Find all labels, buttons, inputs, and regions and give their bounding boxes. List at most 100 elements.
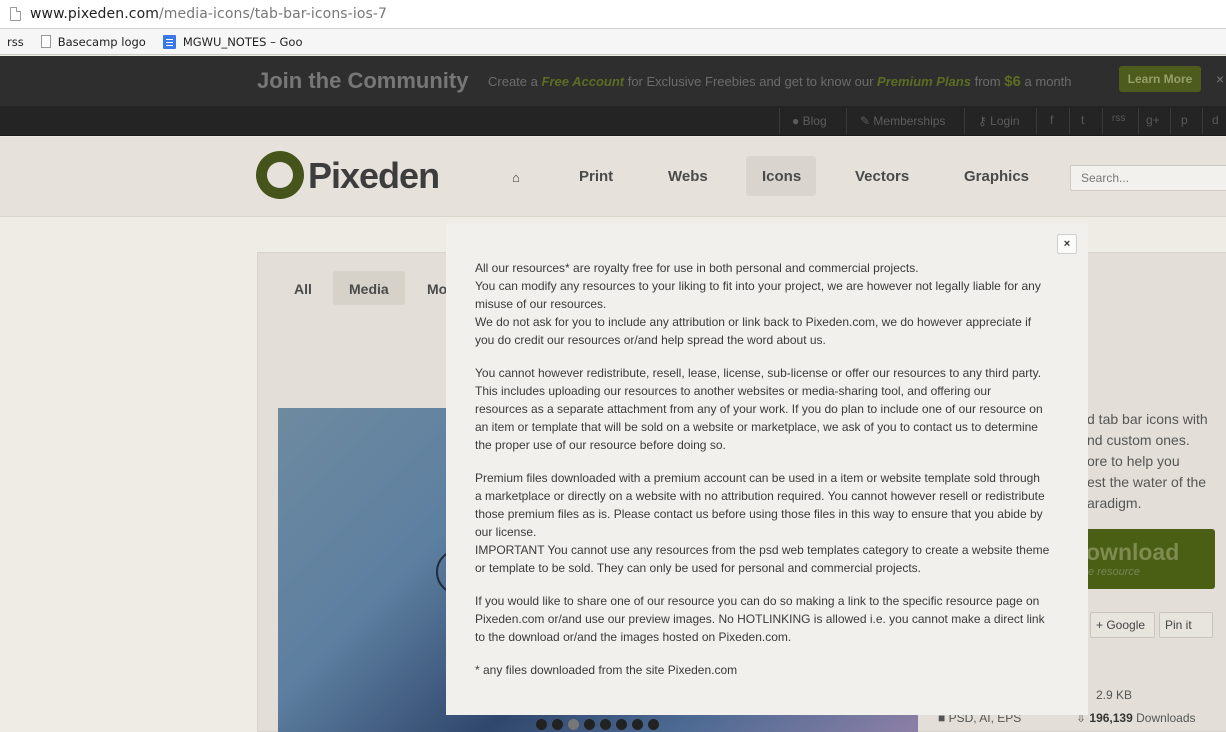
free-account-link[interactable]: Free Account	[542, 74, 625, 89]
speech-bubble-icon: ●	[792, 114, 800, 128]
divider	[1036, 108, 1037, 134]
top-links-bar	[0, 106, 1226, 136]
bookmarks-bar: rss Basecamp logo MGWU_NOTES – Goo	[0, 29, 1226, 55]
rss-icon[interactable]: rss	[1112, 113, 1125, 124]
google-plus-button[interactable]: + Google	[1090, 612, 1155, 638]
license-line: If you would like to share one of our re…	[475, 594, 1040, 608]
promo-create: Create a	[488, 74, 538, 89]
slider-dot[interactable]	[552, 719, 563, 730]
memberships-label: Memberships	[873, 114, 946, 128]
nav-icons[interactable]: Icons	[762, 168, 801, 185]
nav-graphics[interactable]: Graphics	[964, 168, 1029, 185]
promo-title: Join the Community	[257, 68, 469, 93]
bookmark-rss[interactable]: rss	[7, 35, 24, 49]
slider-dot[interactable]	[616, 719, 627, 730]
license-line: misuse of our resources.	[475, 297, 607, 311]
pin-it-button[interactable]: Pin it	[1159, 612, 1213, 638]
memberships-link[interactable]: ✎ Memberships	[860, 114, 945, 128]
google-plus-icon[interactable]: g+	[1146, 113, 1160, 127]
divider	[1138, 108, 1139, 134]
download-count-label: Downloads	[1136, 711, 1196, 725]
site-logo[interactable]: Pixeden	[308, 155, 440, 197]
slider-dot-active[interactable]	[568, 719, 579, 730]
license-paragraph-1: All our resources* are royalty free for …	[475, 259, 1065, 349]
tab-all[interactable]: All	[294, 281, 312, 297]
slider-dot[interactable]	[632, 719, 643, 730]
tab-media[interactable]: Media	[349, 281, 389, 297]
slider-dot[interactable]	[584, 719, 595, 730]
url-host: www.pixeden.com	[30, 6, 159, 22]
google-docs-icon	[162, 34, 176, 49]
twitter-icon[interactable]: t	[1081, 113, 1084, 127]
login-link[interactable]: ⚷ Login	[978, 114, 1020, 128]
url-path: /media-icons/tab-bar-icons-ios-7	[158, 6, 388, 22]
blog-link[interactable]: ● Blog	[792, 114, 827, 128]
bookmark-label: rss	[7, 34, 24, 49]
promo-month: a month	[1024, 74, 1072, 89]
resource-description: d tab bar icons with nd custom ones. ore…	[1087, 411, 1208, 511]
license-paragraph-4: If you would like to share one of our re…	[475, 592, 1065, 646]
slider-dot[interactable]	[600, 719, 611, 730]
bookmark-label: MGWU_NOTES – Goo	[182, 34, 303, 49]
modal-close-button[interactable]: ×	[1057, 234, 1077, 254]
license-paragraph-2: You cannot however redistribute, resell,…	[475, 364, 1065, 454]
dribbble-icon[interactable]: d	[1212, 113, 1219, 127]
license-line: those premium files as is. Please contac…	[475, 507, 1043, 521]
download-count-value: 196,139	[1089, 711, 1133, 725]
divider	[1170, 108, 1171, 134]
search-input[interactable]: Search...	[1070, 165, 1226, 191]
license-line: you do credit our resources or/and help …	[475, 333, 826, 347]
pencil-icon: ✎	[860, 114, 871, 128]
divider	[779, 108, 780, 134]
bookmark-mgwu-notes[interactable]: MGWU_NOTES – Goo	[162, 34, 303, 49]
address-bar[interactable]: www.pixeden.com/media-icons/tab-bar-icon…	[0, 0, 1226, 29]
license-line: This includes uploading our resources to…	[475, 384, 992, 398]
page-icon	[10, 7, 21, 21]
download-count: ⇩ 196,139 Downloads	[1076, 711, 1196, 725]
nav-webs[interactable]: Webs	[668, 168, 708, 185]
license-footnote: * any files downloaded from the site Pix…	[475, 663, 738, 677]
promo-close-icon[interactable]: ×	[1216, 71, 1224, 87]
learn-more-button[interactable]: Learn More	[1119, 66, 1201, 92]
license-line: Premium files downloaded with a premium …	[475, 471, 1040, 485]
pinterest-icon[interactable]: p	[1181, 113, 1188, 127]
license-line: an item or template that will be sold on…	[475, 420, 1038, 434]
divider	[1069, 108, 1070, 134]
license-line: the proper use of our resource before do…	[475, 438, 726, 452]
promo-price: $6	[1004, 73, 1021, 90]
license-line: or template to be sold. They can only be…	[475, 561, 922, 575]
document-icon	[40, 35, 51, 48]
license-line: a marketplace or directly on a website w…	[475, 489, 1045, 503]
slider-dot[interactable]	[536, 719, 547, 730]
slider-dot[interactable]	[648, 719, 659, 730]
nav-vectors[interactable]: Vectors	[855, 168, 909, 185]
premium-plans-link[interactable]: Premium Plans	[877, 74, 971, 89]
divider	[964, 108, 965, 134]
license-line: You cannot however redistribute, resell,…	[475, 366, 1042, 380]
license-line: IMPORTANT You cannot use any resources f…	[475, 543, 1050, 557]
key-icon: ⚷	[978, 114, 987, 128]
license-paragraph-3: Premium files downloaded with a premium …	[475, 469, 1065, 577]
license-line: Pixeden.com or/and use our preview image…	[475, 612, 1045, 626]
promo-text: Create a Free Account for Exclusive Free…	[488, 73, 1072, 90]
license-line: resources as a separate attachment from …	[475, 402, 1043, 416]
divider	[1202, 108, 1203, 134]
license-line: to the download or/and the images hosted…	[475, 630, 792, 644]
home-icon[interactable]: ⌂	[512, 170, 520, 185]
slider-dots	[536, 719, 664, 730]
facebook-icon[interactable]: f	[1050, 113, 1053, 127]
license-line: All our resources* are royalty free for …	[475, 261, 919, 275]
download-label: ownload	[1086, 539, 1180, 565]
bookmark-label: Basecamp logo	[57, 34, 146, 49]
url-text[interactable]: www.pixeden.com/media-icons/tab-bar-icon…	[30, 6, 387, 22]
download-sublabel: e resource	[1088, 566, 1140, 578]
tab-mo[interactable]: Mo	[427, 281, 447, 297]
pixeden-logo-icon[interactable]	[256, 151, 304, 199]
file-size: 2.9 KB	[1096, 688, 1133, 702]
license-line: our license.	[475, 525, 537, 539]
blog-label: Blog	[802, 114, 827, 128]
license-line: We do not ask for you to include any att…	[475, 315, 1032, 329]
login-label: Login	[990, 114, 1020, 128]
nav-print[interactable]: Print	[579, 168, 613, 185]
bookmark-basecamp-logo[interactable]: Basecamp logo	[40, 34, 146, 49]
